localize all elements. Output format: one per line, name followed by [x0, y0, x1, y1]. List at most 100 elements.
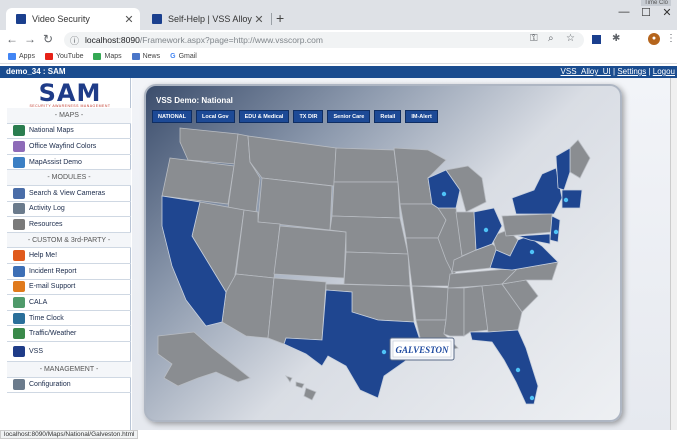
- sidebar-item-label: Activity Log: [29, 205, 65, 213]
- sidebar-item-office-wayfind-colors[interactable]: Office Wayfind Colors: [7, 139, 131, 155]
- sidebar-item-search-view-cameras[interactable]: Search & View Cameras: [7, 186, 131, 202]
- sidebar-item-mapassist-demo[interactable]: MapAssist Demo: [7, 155, 131, 171]
- marker-ohio[interactable]: [483, 227, 489, 233]
- map-panel: VSS Demo: National NATIONAL Local Gov EDU …: [144, 84, 622, 422]
- tab-video-security[interactable]: Video Security ✕: [6, 8, 140, 30]
- sidebar-item-e-mail-support[interactable]: E-mail Support: [7, 280, 131, 296]
- user-link[interactable]: VSS_Alloy_UI: [561, 67, 611, 76]
- address-bar[interactable]: ⓘ localhost:8090 /Framework.aspx?page=ht…: [64, 32, 584, 48]
- sidebar-section-header: - MODULES -: [7, 170, 131, 186]
- key-icon[interactable]: ⚿: [530, 33, 538, 44]
- palette-icon: [13, 140, 25, 152]
- marker-new-york[interactable]: [563, 197, 569, 203]
- menu-kebab-icon[interactable]: ⋮: [666, 33, 676, 44]
- sidebar-item-national-maps[interactable]: National Maps: [7, 124, 131, 140]
- state-wyoming[interactable]: [257, 177, 333, 231]
- sidebar-item-label: Configuration: [29, 381, 71, 389]
- sidebar-item-label: MapAssist Demo: [29, 158, 82, 166]
- bookmark-news[interactable]: News: [131, 53, 160, 60]
- state-oregon[interactable]: [161, 157, 235, 205]
- state-hawaii[interactable]: [285, 375, 317, 401]
- zoom-icon[interactable]: ⌕: [548, 33, 554, 44]
- reload-icon[interactable]: ↻: [40, 32, 56, 46]
- sidebar-item-activity-log[interactable]: Activity Log: [7, 202, 131, 218]
- vss-icon: [13, 345, 25, 357]
- map-icon: [13, 125, 25, 137]
- logout-link[interactable]: Logou: [653, 67, 675, 76]
- youtube-icon: [44, 53, 53, 60]
- apps-grid-icon: [8, 53, 16, 60]
- galveston-callout[interactable]: GALVESTON: [389, 337, 455, 361]
- vertical-scrollbar[interactable]: [670, 78, 677, 430]
- marker-nj[interactable]: [553, 229, 559, 235]
- minimize-icon[interactable]: —: [612, 6, 636, 18]
- new-tab-icon[interactable]: +: [276, 10, 284, 26]
- bookmark-apps[interactable]: Apps: [8, 53, 35, 60]
- state-north-dakota[interactable]: [333, 147, 399, 183]
- marker-florida[interactable]: [515, 367, 521, 373]
- state-alaska[interactable]: [157, 331, 251, 387]
- bookmark-youtube[interactable]: YouTube: [44, 53, 83, 60]
- sidebar-item-cala[interactable]: CALA: [7, 295, 131, 311]
- browser-window: Video Security ✕ Self-Help | VSS Alloy ✕…: [0, 0, 677, 439]
- sidebar-menu: - MAPS - National Maps Office Wayfind Colo…: [7, 108, 131, 394]
- puzzle-icon[interactable]: ✱: [612, 33, 620, 44]
- marker-virginia[interactable]: [529, 249, 535, 255]
- sidebar-item-vss[interactable]: VSS: [7, 342, 131, 362]
- tab-self-help[interactable]: Self-Help | VSS Alloy ✕: [142, 8, 270, 30]
- close-icon[interactable]: ✕: [252, 13, 266, 26]
- close-icon[interactable]: ✕: [122, 13, 136, 26]
- bookmark-maps[interactable]: Maps: [93, 53, 122, 60]
- tab-label: Video Security: [32, 14, 90, 24]
- settings-link[interactable]: Settings: [617, 67, 646, 76]
- app-header: demo_34 : SAM VSS_Alloy_UI | Settings | …: [0, 66, 677, 78]
- report-icon: [13, 265, 25, 277]
- state-florida[interactable]: [469, 329, 539, 405]
- sidebar-item-configuration[interactable]: Configuration: [7, 378, 131, 394]
- cala-icon: [13, 296, 25, 308]
- sidebar-item-incident-report[interactable]: Incident Report: [7, 264, 131, 280]
- state-kansas[interactable]: [343, 251, 411, 287]
- state-maine[interactable]: [569, 139, 591, 179]
- sidebar-item-label: Help Me!: [29, 252, 58, 260]
- us-map: GALVESTON: [157, 127, 591, 405]
- corner-label: Time Clo: [641, 0, 671, 6]
- state-new-jersey[interactable]: [549, 215, 561, 243]
- tab-strip: Video Security ✕ Self-Help | VSS Alloy ✕…: [0, 0, 677, 30]
- forward-icon[interactable]: →: [22, 32, 38, 46]
- extension-icon[interactable]: [592, 35, 601, 44]
- window-close-icon[interactable]: ✕: [655, 6, 677, 19]
- marker-texas[interactable]: [381, 349, 387, 355]
- sidebar-section-header: - MAPS -: [7, 108, 131, 124]
- marker-wisconsin[interactable]: [441, 191, 447, 197]
- url-path: /Framework.aspx?page=http://www.vsscorp.…: [139, 35, 323, 45]
- sidebar-item-resources[interactable]: Resources: [7, 217, 131, 233]
- sidebar-item-traffic-weather[interactable]: Traffic/Weather: [7, 326, 131, 342]
- main-content: VSS Demo: National NATIONAL Local Gov EDU …: [132, 78, 677, 430]
- state-montana[interactable]: [247, 135, 337, 187]
- state-arkansas[interactable]: [411, 285, 451, 321]
- star-icon[interactable]: ☆: [566, 33, 575, 44]
- state-pennsylvania[interactable]: [501, 213, 553, 237]
- info-icon[interactable]: ⓘ: [70, 34, 79, 47]
- tab-separator: [271, 13, 272, 25]
- state-washington[interactable]: [179, 127, 239, 165]
- sidebar-item-time-clock[interactable]: Time Clock: [7, 311, 131, 327]
- sidebar-item-help-me[interactable]: Help Me!: [7, 248, 131, 264]
- sidebar-section-header: - CUSTOM & 3rd-PARTY -: [7, 232, 131, 249]
- state-new-hampshire-vermont[interactable]: [555, 147, 571, 191]
- clock-icon: [13, 312, 25, 324]
- sidebar-item-label: Resources: [29, 220, 63, 228]
- bookmarks-bar: Apps YouTube Maps News G Gmail: [0, 50, 677, 64]
- bookmark-gmail[interactable]: G Gmail: [170, 53, 197, 60]
- app-context-title: demo_34 : SAM: [6, 67, 66, 76]
- sidebar-item-label: Office Wayfind Colors: [29, 142, 97, 150]
- state-colorado[interactable]: [273, 225, 347, 279]
- state-south-dakota[interactable]: [331, 181, 401, 219]
- profile-avatar[interactable]: ●: [648, 33, 660, 45]
- state-new-mexico[interactable]: [267, 277, 327, 345]
- sidebar-item-label: E-mail Support: [29, 283, 76, 291]
- marker-florida-south[interactable]: [529, 395, 535, 401]
- back-icon[interactable]: ←: [4, 32, 20, 46]
- state-new-york[interactable]: [511, 167, 563, 215]
